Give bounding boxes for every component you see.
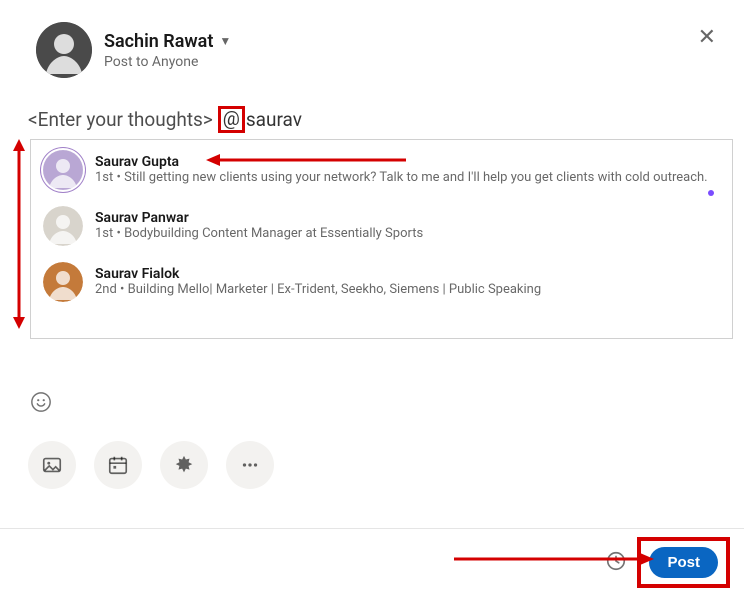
add-event-button[interactable] [94,441,142,489]
suggestion-name: Saurav Fialok [95,266,541,282]
post-compose-modal: Sachin Rawat ▼ Post to Anyone ✕ <Enter y… [0,0,744,596]
compose-header: Sachin Rawat ▼ Post to Anyone ✕ [0,0,744,90]
celebrate-button[interactable] [160,441,208,489]
annotation-arrow-to-suggestion [206,151,406,169]
starburst-icon [173,454,195,476]
suggestion-avatar [43,262,83,302]
suggestion-avatar [43,206,83,246]
mention-suggestions-dropdown[interactable]: Saurav Gupta1st • Still getting new clie… [30,139,733,339]
add-media-button[interactable] [28,441,76,489]
suggestion-avatar [43,150,83,190]
suggestion-subtitle: 1st • Bodybuilding Content Manager at Es… [95,226,423,241]
compose-text[interactable]: <Enter your thoughts> @ saurav [28,106,716,133]
post-scope-label: Post to Anyone [104,54,231,70]
emoji-icon [30,391,52,413]
chevron-down-icon: ▼ [219,34,231,48]
image-icon [41,454,63,476]
annotation-arrow-to-post [454,550,654,568]
post-button[interactable]: Post [649,547,718,578]
suggestion-subtitle: 2nd • Building Mello| Marketer | Ex-Trid… [95,282,541,297]
emoji-button[interactable] [28,389,54,415]
more-options-button[interactable] [226,441,274,489]
annotation-vertical-arrow [10,139,28,329]
author-avatar[interactable] [36,22,92,78]
mention-trigger-highlight: @ [218,106,245,133]
suggestion-subtitle: 1st • Still getting new clients using yo… [95,170,708,185]
at-symbol: @ [223,109,240,130]
compose-toolbar [0,339,744,489]
author-name: Sachin Rawat [104,31,213,52]
mention-suggestion[interactable]: Saurav Panwar1st • Bodybuilding Content … [31,198,732,254]
calendar-icon [107,454,129,476]
mention-query-text: saurav [246,108,302,131]
author-info[interactable]: Sachin Rawat ▼ Post to Anyone [104,31,231,70]
compose-area[interactable]: <Enter your thoughts> @ saurav Saurav Gu… [0,90,744,339]
close-button[interactable]: ✕ [698,26,716,48]
close-icon: ✕ [698,24,716,49]
mention-suggestion[interactable]: Saurav Fialok2nd • Building Mello| Marke… [31,254,732,310]
notification-dot [708,190,714,196]
compose-footer: Post [0,528,744,596]
suggestion-name: Saurav Panwar [95,210,423,226]
more-icon [239,454,261,476]
compose-placeholder: <Enter your thoughts> [28,108,213,131]
